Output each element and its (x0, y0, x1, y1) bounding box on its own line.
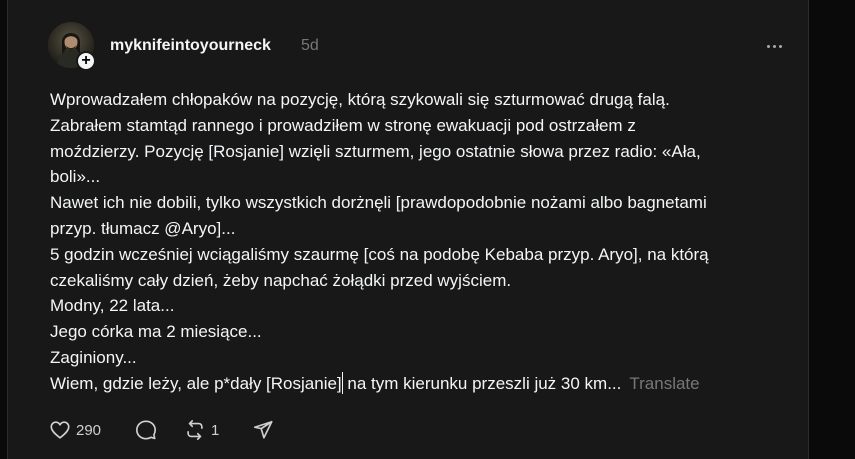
follow-plus-icon[interactable]: + (76, 51, 96, 71)
translate-link[interactable]: Translate (629, 374, 699, 393)
post-text-line: czekaliśmy cały dzień, żeby napchać żołą… (50, 270, 512, 290)
post-text-segment: Wiem, gdzie leży, ale p*dały [Rosjanie] (50, 373, 342, 393)
repost-icon (187, 420, 203, 440)
send-icon (253, 420, 273, 439)
post-text-line: boli»... (50, 167, 101, 187)
post-text-line: Zaginiony... (50, 347, 137, 367)
post-timestamp[interactable]: 5d (301, 37, 319, 55)
share-button[interactable] (252, 419, 274, 441)
post-text-line: moździerzy. Pozycję [Rosjanie] wzięli sz… (50, 141, 701, 161)
author-username[interactable]: myknifeintoyourneck (110, 37, 271, 55)
thread-post-card: + myknifeintoyourneck 5d Wprowadzałem ch… (7, 0, 809, 459)
post-text-line: Modny, 22 lata... (50, 296, 175, 316)
post-text-line: Nawet ich nie dobili, tylko wszystkich d… (50, 193, 707, 213)
post-actions-bar: 290 1 (49, 419, 274, 441)
post-body: Wprowadzałem chłopaków na pozycję, którą… (50, 87, 790, 397)
post-text-line: 5 godzin wcześniej wciągaliśmy szaurmę [… (50, 244, 709, 264)
post-text-line: Zabrałem stamtąd rannego i prowadziłem w… (50, 115, 636, 135)
post-text-line: przyp. tłumacz @Aryo]... (50, 218, 236, 238)
page-frame: + myknifeintoyourneck 5d Wprowadzałem ch… (0, 0, 855, 459)
comment-bubble-icon (136, 420, 156, 440)
more-horizontal-icon[interactable] (760, 36, 788, 56)
post-text-line: Jego córka ma 2 miesiące... (50, 322, 262, 342)
like-count: 290 (76, 421, 102, 439)
author-avatar-container[interactable]: + (48, 22, 96, 71)
heart-icon (50, 421, 70, 439)
like-button[interactable]: 290 (49, 419, 135, 441)
post-text-line: Wprowadzałem chłopaków na pozycję, którą… (50, 90, 670, 109)
comment-button[interactable] (135, 419, 184, 441)
post-text-line-last: Wiem, gdzie leży, ale p*dały [Rosjanie] … (50, 371, 790, 397)
post-text-segment: na tym kierunku przeszli już 30 km... (342, 373, 622, 393)
repost-count: 1 (211, 421, 220, 439)
repost-button[interactable]: 1 (184, 419, 252, 441)
